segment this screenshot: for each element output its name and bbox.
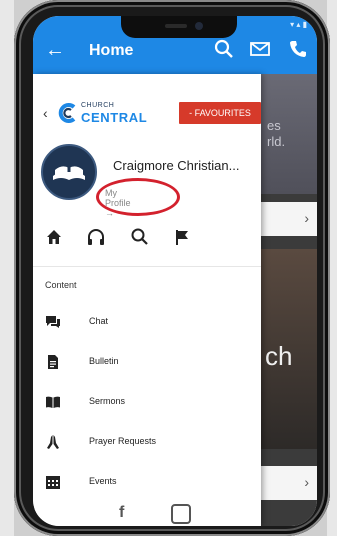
brand-small-label: CHURCH bbox=[81, 102, 115, 109]
document-icon bbox=[45, 354, 61, 370]
home-card[interactable]: › bbox=[261, 466, 317, 500]
page-title: Home bbox=[89, 42, 134, 59]
search-icon[interactable] bbox=[129, 226, 151, 248]
menu-item-prayer-requests[interactable]: Prayer Requests bbox=[33, 424, 261, 464]
front-camera bbox=[195, 22, 203, 30]
menu-item-label: Bulletin bbox=[89, 356, 119, 366]
phone-icon[interactable] bbox=[287, 38, 309, 60]
annotation-circle bbox=[96, 178, 180, 216]
phone-notch bbox=[121, 16, 237, 38]
divider bbox=[33, 266, 261, 267]
social-links: f bbox=[33, 504, 261, 526]
menu-item-label: Prayer Requests bbox=[89, 436, 157, 446]
avatar[interactable] bbox=[41, 144, 97, 200]
section-label-content: Content bbox=[45, 280, 77, 290]
speaker-grille bbox=[165, 24, 187, 28]
shortcut-bar bbox=[33, 220, 261, 260]
menu-item-label: Chat bbox=[89, 316, 109, 326]
menu-item-bulletin[interactable]: Bulletin bbox=[33, 344, 261, 384]
chevron-right-icon: › bbox=[304, 474, 309, 490]
back-arrow-icon[interactable]: ← bbox=[45, 40, 65, 60]
instagram-icon[interactable] bbox=[171, 504, 191, 524]
logo-icon bbox=[57, 102, 79, 124]
home-content-behind: es rld. › ch › bbox=[261, 74, 317, 526]
hero-text: es rld. bbox=[267, 118, 286, 149]
menu-item-events[interactable]: Events bbox=[33, 464, 261, 504]
brand-big-label: CENTRAL bbox=[81, 110, 148, 125]
flag-icon[interactable] bbox=[171, 226, 193, 248]
home-card[interactable]: › bbox=[261, 202, 317, 236]
left-margin bbox=[0, 0, 14, 536]
facebook-icon[interactable]: f bbox=[119, 504, 124, 522]
search-icon[interactable] bbox=[213, 38, 235, 60]
praying-hands-icon bbox=[45, 434, 61, 450]
headphones-icon[interactable] bbox=[85, 226, 107, 248]
chevron-left-icon[interactable]: ‹ bbox=[43, 105, 48, 121]
menu-item-label: Events bbox=[89, 476, 117, 486]
menu-item-sermons[interactable]: Sermons bbox=[33, 384, 261, 424]
media-banner: ch bbox=[261, 249, 317, 449]
status-bar-icons: ▾ ▴ ▮ bbox=[290, 20, 307, 29]
book-icon bbox=[45, 394, 61, 410]
phone-screen: ▾ ▴ ▮ ← Home es rld. › ch › ‹ CHURCH CEN… bbox=[33, 16, 317, 526]
chat-icon bbox=[45, 314, 61, 330]
mail-icon[interactable] bbox=[249, 38, 271, 60]
hero-banner: es rld. bbox=[261, 74, 317, 194]
menu-item-label: Sermons bbox=[89, 396, 126, 406]
navigation-drawer: ‹ CHURCH CENTRAL - FAVOURITES Craigmore … bbox=[33, 74, 261, 526]
banner-text: ch bbox=[265, 341, 293, 371]
home-icon[interactable] bbox=[43, 226, 65, 248]
calendar-icon bbox=[45, 474, 61, 490]
church-name[interactable]: Craigmore Christian... bbox=[113, 158, 273, 173]
menu-item-chat[interactable]: Chat bbox=[33, 304, 261, 344]
chevron-right-icon: › bbox=[304, 210, 309, 226]
favourites-button[interactable]: - FAVOURITES bbox=[179, 102, 261, 124]
